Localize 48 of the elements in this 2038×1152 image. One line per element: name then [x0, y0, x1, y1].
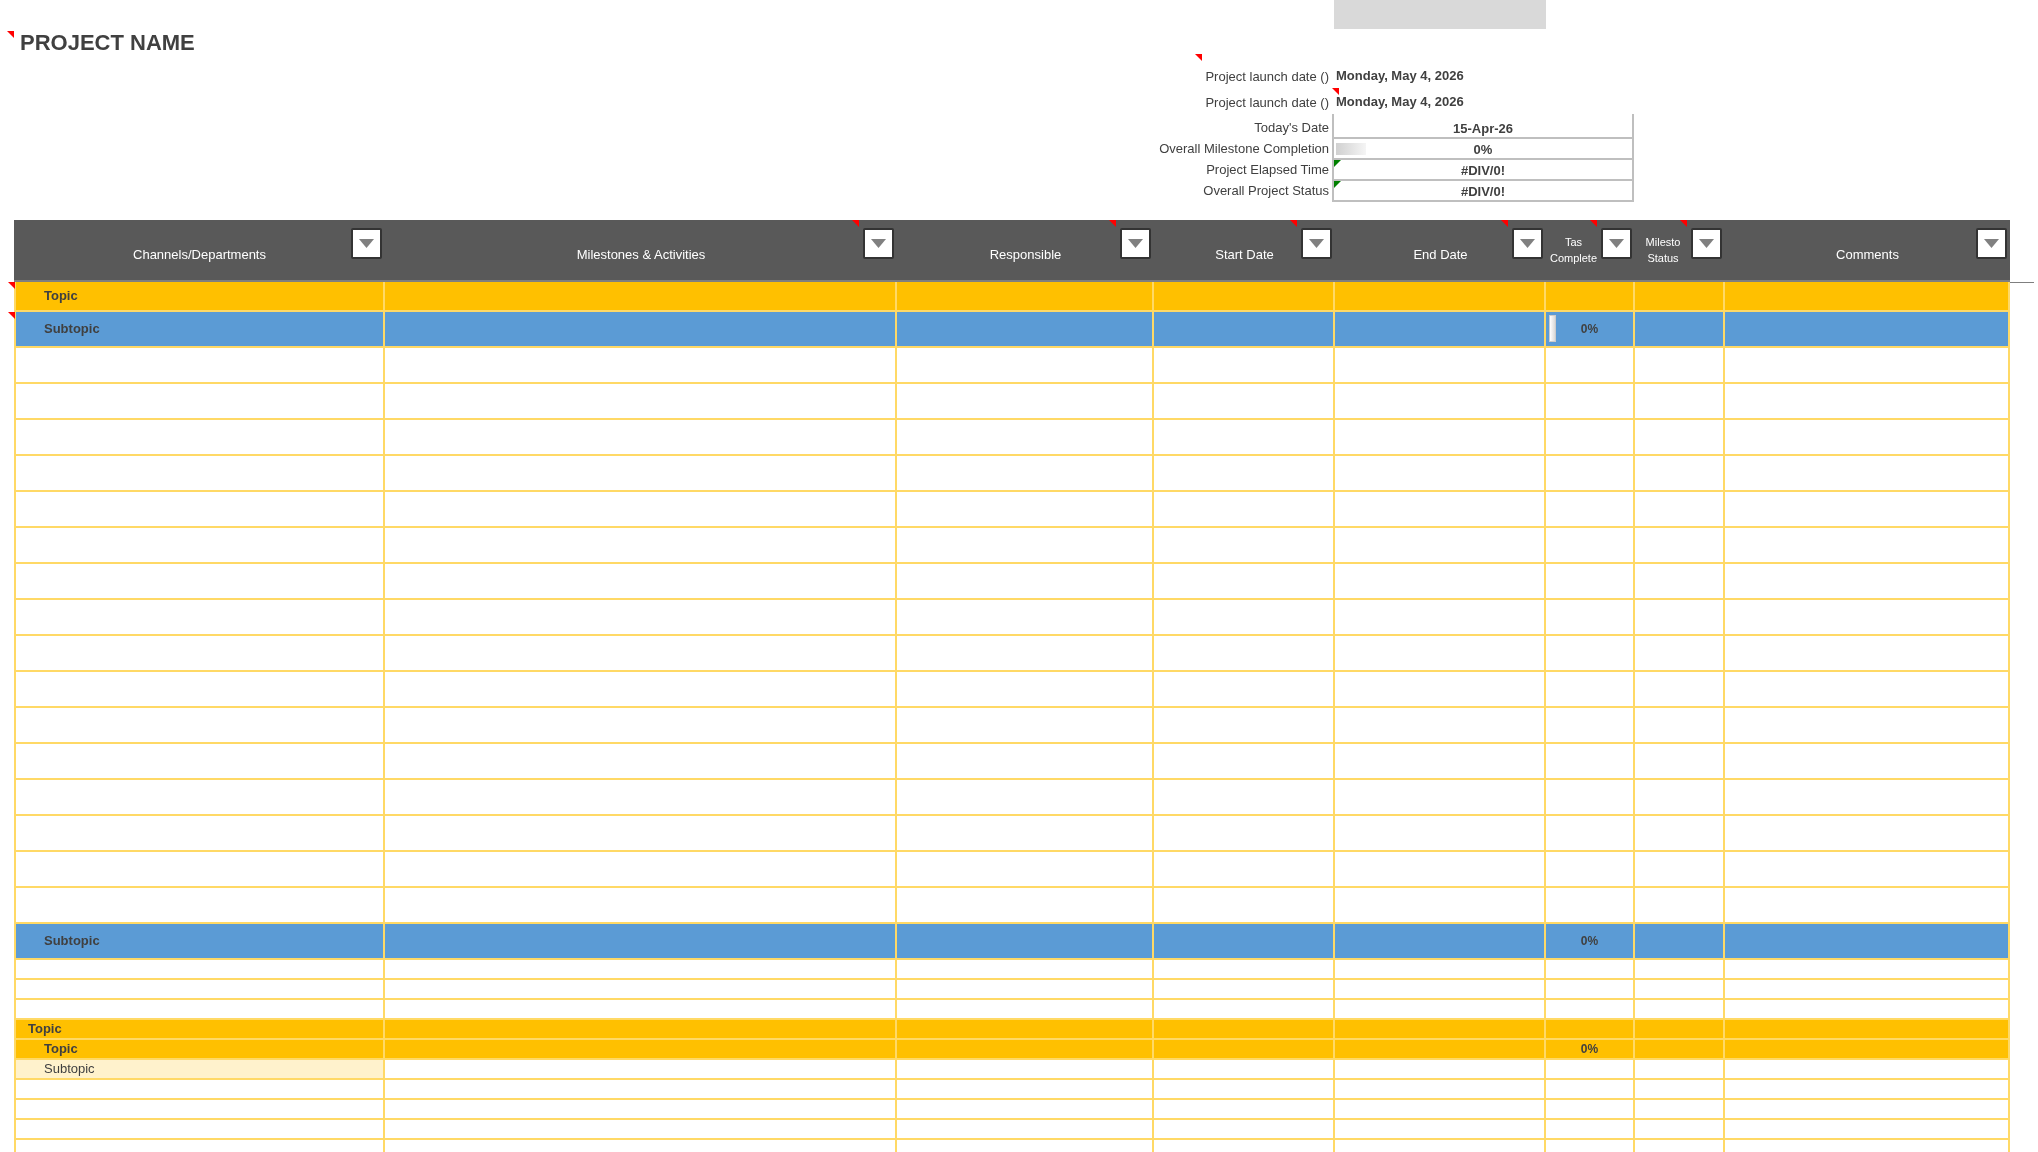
info-label: Overall Project Status	[1203, 183, 1329, 198]
column-header-label: Channels/Departments	[133, 247, 266, 263]
filter-dropdown-button[interactable]	[863, 228, 894, 259]
info-label: Project Elapsed Time	[1206, 162, 1329, 177]
caret-icon	[359, 239, 374, 248]
filter-dropdown-button[interactable]	[1512, 228, 1543, 259]
task-complete-value: 0%	[1579, 321, 1600, 338]
info-label: Today's Date	[1254, 120, 1329, 135]
row-label: Subtopic	[43, 320, 100, 339]
row-label: Topic	[43, 1040, 78, 1059]
caret-icon	[1699, 239, 1714, 248]
info-value: Monday, May 4, 2026	[1336, 93, 1464, 110]
filter-dropdown-button[interactable]	[351, 228, 382, 259]
info-value: 0%	[1473, 141, 1493, 158]
column-header-label: Start Date	[1215, 247, 1274, 263]
row-label: Subtopic	[43, 932, 100, 951]
filter-dropdown-button[interactable]	[1691, 228, 1722, 259]
column-header-label: Status	[1647, 251, 1679, 266]
caret-icon	[1520, 239, 1535, 248]
info-value: 15-Apr-26	[1453, 120, 1513, 137]
filter-dropdown-button[interactable]	[1120, 228, 1151, 259]
column-header-label: Tas	[1564, 235, 1583, 250]
column-header-label: Comments	[1836, 247, 1899, 263]
column-header-label: Responsible	[989, 247, 1062, 263]
info-label: Overall Milestone Completion	[1159, 141, 1329, 156]
filter-dropdown-button[interactable]	[1601, 228, 1632, 259]
info-value: #DIV/0!	[1460, 183, 1506, 200]
task-complete-value: 0%	[1579, 1041, 1600, 1058]
column-header-label: End Date	[1413, 247, 1468, 263]
row-label: Subtopic	[43, 1060, 95, 1079]
info-value: Monday, May 4, 2026	[1336, 67, 1464, 84]
column-header-label: Milesto	[1645, 235, 1681, 250]
column-header-label: Complete	[1549, 251, 1598, 266]
project-title: PROJECT NAME	[20, 30, 195, 55]
row-label: Topic	[43, 287, 78, 306]
info-value: #DIV/0!	[1460, 162, 1506, 179]
column-header-label: Milestones & Activities	[576, 247, 706, 263]
row-label: Topic	[27, 1020, 62, 1039]
info-label: Project launch date ()	[1205, 69, 1329, 84]
caret-icon	[1609, 239, 1624, 248]
caret-icon	[1984, 239, 1999, 248]
caret-icon	[1309, 239, 1324, 248]
task-complete-value: 0%	[1579, 933, 1600, 950]
caret-icon	[1128, 239, 1143, 248]
filter-dropdown-button[interactable]	[1976, 228, 2007, 259]
caret-icon	[871, 239, 886, 248]
info-label: Project launch date ()	[1205, 95, 1329, 110]
filter-dropdown-button[interactable]	[1301, 228, 1332, 259]
